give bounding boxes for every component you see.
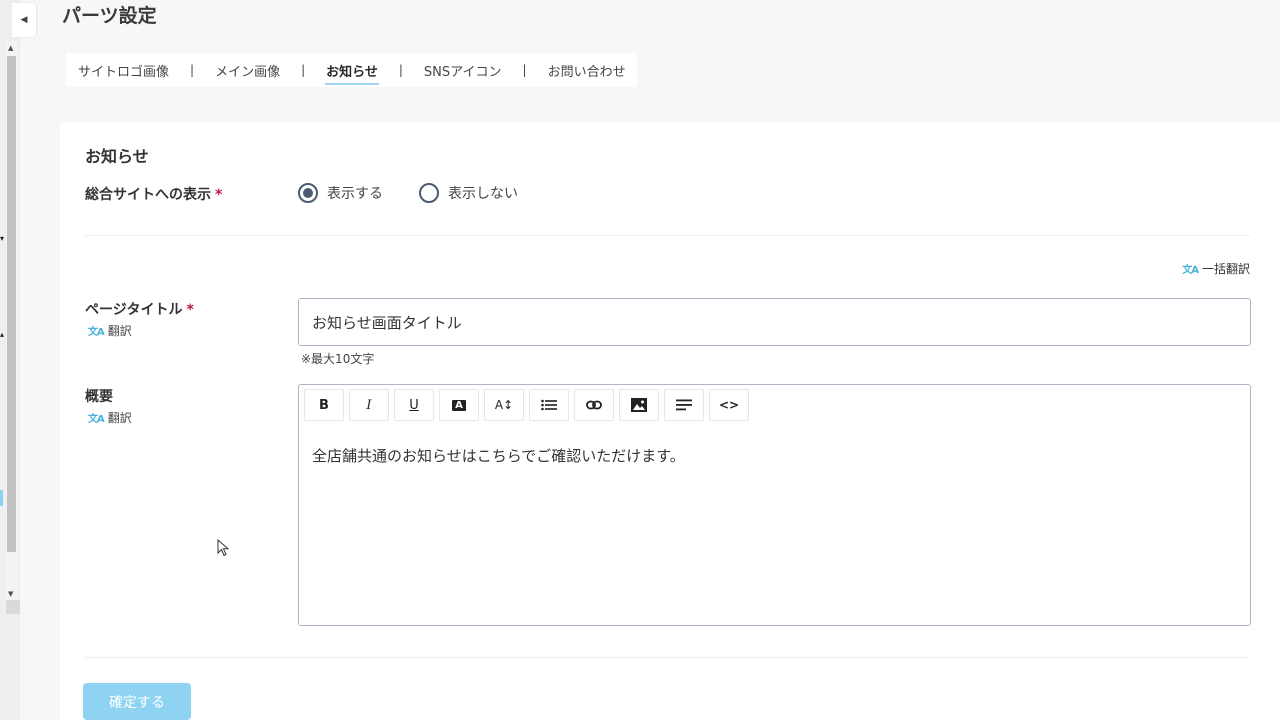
font-size-button[interactable]: A↕	[484, 389, 524, 421]
divider	[84, 657, 1250, 658]
tab-bar: サイトロゴ画像 | メイン画像 | お知らせ | SNSアイコン | お問い合わ…	[66, 53, 637, 87]
required-mark: *	[186, 302, 194, 318]
font-size-icon: A↕	[494, 398, 514, 412]
section-title: お知らせ	[85, 147, 149, 166]
scroll-down-arrow-icon[interactable]: ▼	[8, 590, 13, 598]
underline-button[interactable]: U	[394, 389, 434, 421]
translate-label: 翻訳	[107, 411, 132, 425]
caret-icon: ▴	[0, 330, 5, 339]
translate-icon: 文A	[88, 414, 105, 425]
translate-icon: 文A	[88, 327, 105, 338]
divider	[84, 235, 1250, 236]
tab-news[interactable]: お知らせ	[325, 61, 379, 85]
scroll-up-arrow-icon[interactable]: ▲	[8, 44, 13, 52]
confirm-button[interactable]: 確定する	[83, 683, 191, 720]
code-icon: <>	[718, 398, 740, 412]
page-title-input[interactable]	[298, 298, 1251, 346]
italic-button[interactable]: I	[349, 389, 389, 421]
bold-button[interactable]: B	[304, 389, 344, 421]
scrollbar-thumb[interactable]	[7, 56, 16, 552]
required-mark: *	[215, 187, 223, 203]
link-icon	[586, 400, 602, 410]
mouse-cursor-icon	[217, 539, 229, 557]
tab-main-image[interactable]: メイン画像	[214, 61, 281, 80]
editor-content[interactable]: 全店舗共通のお知らせはこちらでご確認いただけます。	[312, 445, 685, 466]
page-title-translate-link[interactable]: 文A 翻訳	[88, 322, 132, 339]
list-button[interactable]	[529, 389, 569, 421]
align-button[interactable]	[664, 389, 704, 421]
radio-hide[interactable]: 表示しない	[419, 183, 518, 203]
chevron-left-icon: ◀	[20, 15, 28, 25]
translate-label: 翻訳	[107, 324, 132, 338]
page-title-hint: ※最大10文字	[301, 352, 375, 366]
summary-translate-link[interactable]: 文A 翻訳	[88, 409, 132, 426]
display-setting-label: 総合サイトへの表示 *	[85, 184, 222, 204]
scrollbar-corner	[6, 600, 20, 614]
bulk-translate-label: 一括翻訳	[1201, 262, 1250, 276]
caret-icon: ▾	[0, 234, 5, 243]
radio-hide-label: 表示しない	[448, 186, 518, 202]
image-button[interactable]	[619, 389, 659, 421]
tab-separator: |	[522, 63, 527, 77]
source-code-button[interactable]: <>	[709, 389, 749, 421]
summary-label: 概要	[85, 389, 113, 405]
page-title: パーツ設定	[62, 5, 157, 27]
italic-icon: I	[366, 397, 372, 413]
tab-separator: |	[398, 63, 403, 77]
tab-sns-icon[interactable]: SNSアイコン	[423, 61, 503, 80]
active-indicator	[0, 490, 3, 506]
bulk-translate-link[interactable]: 文A 一括翻訳	[1182, 260, 1250, 277]
text-color-glyph: A	[455, 399, 463, 411]
underline-icon: U	[409, 397, 419, 413]
radio-unchecked-icon[interactable]	[419, 183, 439, 203]
image-icon	[631, 398, 647, 412]
page-title-label: ページタイトル *	[85, 299, 194, 319]
display-setting-label-text: 総合サイトへの表示	[85, 187, 211, 203]
collapse-sidebar-button[interactable]: ◀	[12, 3, 36, 37]
tab-site-logo[interactable]: サイトロゴ画像	[77, 61, 170, 80]
radio-show-label: 表示する	[327, 186, 383, 202]
tab-contact[interactable]: お問い合わせ	[547, 61, 627, 80]
editor-toolbar: B I U A A↕ <>	[304, 389, 754, 421]
text-color-icon: A	[452, 399, 466, 411]
bold-icon: B	[319, 397, 329, 413]
translate-icon: 文A	[1182, 265, 1199, 276]
summary-rich-text-editor[interactable]: B I U A A↕ <> 全店舗共通のお知らせはこちらでご確認いただけます。	[298, 384, 1251, 626]
tab-separator: |	[301, 63, 306, 77]
align-icon	[676, 399, 692, 411]
settings-card: お知らせ 総合サイトへの表示 * 表示する 表示しない 文A 一括翻訳 ページタイ…	[60, 122, 1280, 720]
page-title-label-text: ページタイトル	[85, 302, 183, 318]
list-icon	[541, 399, 557, 411]
text-color-button[interactable]: A	[439, 389, 479, 421]
link-button[interactable]	[574, 389, 614, 421]
tab-separator: |	[190, 63, 195, 77]
display-radio-group: 表示する 表示しない	[298, 183, 554, 203]
radio-checked-icon[interactable]	[298, 183, 318, 203]
radio-show[interactable]: 表示する	[298, 183, 383, 203]
